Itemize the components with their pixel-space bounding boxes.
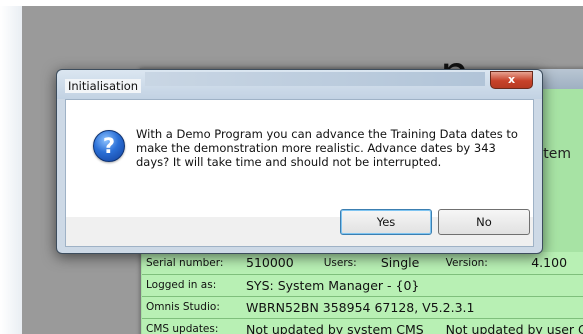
initialisation-dialog: Initialisation x ? With a Demo Program y… — [56, 69, 543, 254]
serial-number-value: 510000 — [246, 255, 294, 271]
cms-user-value: Not updated by user C — [445, 321, 583, 334]
close-button[interactable]: x — [490, 71, 533, 89]
dialog-message: With a Demo Program you can advance the … — [136, 127, 518, 169]
logged-in-value: SYS: System Manager - {0} — [246, 277, 420, 293]
users-label: Users: — [323, 256, 357, 269]
dialog-titlebar[interactable]: Initialisation x — [57, 70, 542, 99]
cms-system-value: Not updated by system CMS — [246, 321, 424, 334]
table-row: CMS updates: Not updated by system CMS N… — [142, 318, 583, 334]
version-value: 4.100 — [531, 255, 568, 271]
version-label: Version: — [445, 256, 488, 269]
serial-number-label: Serial number: — [146, 256, 224, 269]
table-row: Omnis Studio: WBRN52BN 358954 67128, V5.… — [142, 296, 583, 318]
titlebar-behind-strip — [145, 72, 485, 86]
users-value: Single — [380, 255, 420, 271]
yes-button[interactable]: Yes — [340, 209, 432, 235]
question-icon: ? — [93, 130, 125, 162]
table-row: Serial number: 510000 Users: Single Vers… — [142, 252, 583, 274]
no-button[interactable]: No — [438, 209, 530, 235]
system-info-table: Serial number: 510000 Users: Single Vers… — [142, 252, 583, 334]
omnis-studio-value: WBRN52BN 358954 67128, V5.2.3.1 — [246, 299, 475, 315]
dialog-body: ? With a Demo Program you can advance th… — [65, 99, 534, 218]
table-row: Logged in as: SYS: System Manager - {0} — [142, 274, 583, 296]
logged-in-label: Logged in as: — [146, 279, 217, 291]
omnis-studio-label: Omnis Studio: — [146, 301, 220, 313]
dialog-title: Initialisation — [65, 79, 142, 93]
cms-updates-label: CMS updates: — [146, 323, 219, 334]
desktop-edge — [0, 0, 22, 334]
